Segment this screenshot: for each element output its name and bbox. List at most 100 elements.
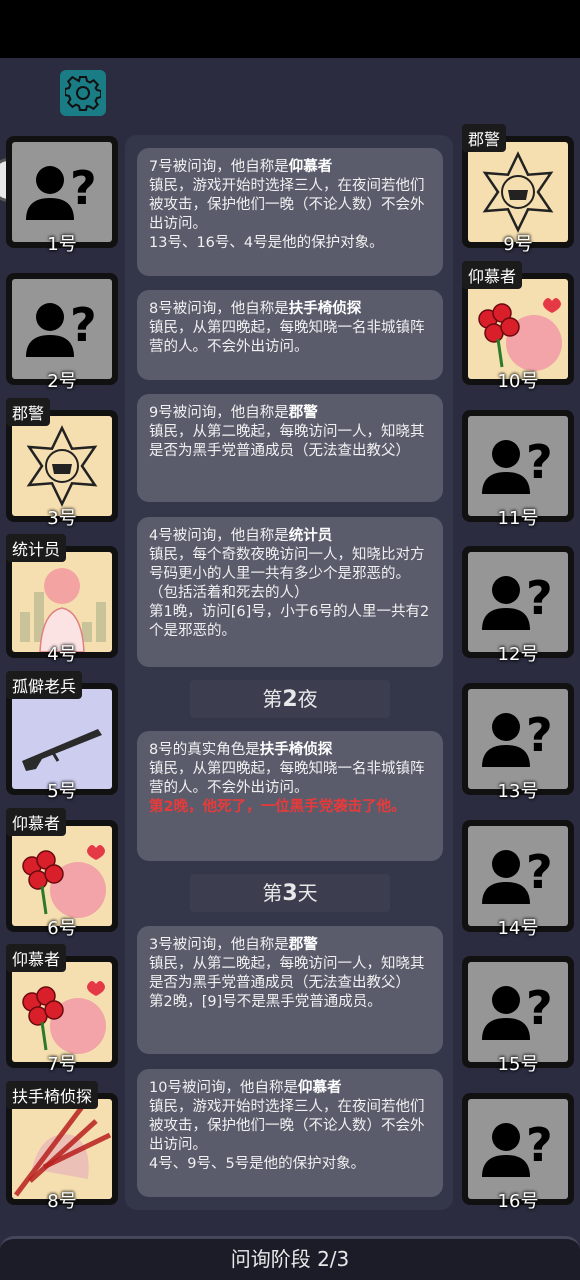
player-number: 3号 [47,508,77,529]
message-card: 8号被问询，他自称是扶手椅侦探 镇民，从第四晚起，每晚知晓一名非城镇阵营的人。不… [137,290,443,380]
player-slot-6[interactable]: 仰慕者 6号 [6,808,118,939]
message-card: 9号被问询，他自称是郡警 镇民，从第二晚起，每晚访问一人，知晓其是否为黑手党普通… [137,394,443,502]
player-number: 10号 [497,371,539,392]
role-tag: 仰慕者 [6,808,67,836]
message-card: 8号的真实角色是扶手椅侦探 镇民，从第四晚起，每晚知晓一名非城镇阵营的人。不会外… [137,731,443,861]
message-extra: 4号、9号、5号是他的保护对象。 [149,1156,366,1172]
sheriff-badge-icon [468,142,568,242]
message-body: 镇民，游戏开始时选择三人，在夜间若他们被攻击，保护他们一晚（不论人数）不会外出访… [149,178,425,232]
svg-text:?: ? [70,161,97,215]
phase-pre: 第 [262,881,283,905]
player-number: 2号 [47,371,77,392]
unknown-avatar-icon: ? [468,962,568,1062]
player-slot-11[interactable]: ? 11号 [462,410,574,529]
player-number: 1号 [47,234,77,255]
message-role: 扶手椅侦探 [259,742,333,758]
svg-text:?: ? [526,1118,553,1172]
message-body: 镇民，从第二晚起，每晚访问一人，知晓其是否为黑手党普通成员（无法查出教父） [149,956,425,991]
message-head: 10号被问询，他自称是 [149,1080,298,1096]
role-tag: 仰慕者 [462,261,523,289]
player-number: 9号 [503,234,533,255]
phase-indicator-bar: 问询阶段 2/3 [0,1236,580,1280]
svg-text:?: ? [526,708,553,762]
message-head: 8号的真实角色是 [149,742,260,758]
player-number: 15号 [497,1054,539,1075]
role-tag: 统计员 [6,534,67,562]
message-head: 9号被问询，他自称是 [149,405,289,421]
player-slot-12[interactable]: ? 12号 [462,546,574,665]
message-extra: 第1晚，访问[6]号，小于6号的人里一共有2个是邪恶的。 [149,604,430,639]
gear-icon [65,75,101,111]
detective-slashed-icon [12,1099,112,1199]
role-tag: 郡警 [462,124,507,152]
player-slot-2[interactable]: ? 2号 [6,273,118,392]
role-tag: 郡警 [6,398,51,426]
message-card: 4号被问询，他自称是统计员 镇民，每个奇数夜晚访问一人，知晓比对方号码更小的人里… [137,517,443,667]
player-slot-7[interactable]: 仰慕者 7号 [6,944,118,1075]
message-role: 郡警 [288,405,318,421]
player-slot-5[interactable]: 孤僻老兵 5号 [6,671,118,802]
message-body: 镇民，从第四晚起，每晚知晓一名非城镇阵营的人。不会外出访问。 [149,761,425,796]
player-slot-9[interactable]: 郡警 9号 [462,124,574,255]
phase-pre: 第 [262,687,283,711]
player-slot-14[interactable]: ? 14号 [462,820,574,939]
role-tag: 孤僻老兵 [6,671,83,699]
player-number: 7号 [47,1054,77,1075]
player-number: 13号 [497,781,539,802]
player-number: 11号 [497,508,539,529]
message-head: 8号被问询，他自称是 [149,301,289,317]
phase-post: 天 [297,881,318,905]
player-slot-13[interactable]: ? 13号 [462,683,574,802]
phase-post: 夜 [297,687,318,711]
admirer-roses-icon [468,279,568,379]
player-slot-8[interactable]: 扶手椅侦探 8号 [6,1081,118,1212]
player-slot-15[interactable]: ? 15号 [462,956,574,1075]
unknown-avatar-icon: ? [468,416,568,516]
message-role: 扶手椅侦探 [288,301,362,317]
message-body: 镇民，从第四晚起，每晚知晓一名非城镇阵营的人。不会外出访问。 [149,320,425,355]
settings-button[interactable] [60,70,106,116]
player-slot-16[interactable]: ? 16号 [462,1093,574,1212]
message-role: 郡警 [288,937,318,953]
phase-num: 3 [282,881,298,906]
role-tag: 扶手椅侦探 [6,1081,99,1109]
message-extra: 13号、16号、4号是他的保护对象。 [149,235,384,251]
player-slot-4[interactable]: 统计员 4号 [6,534,118,665]
message-card: 3号被问询，他自称是郡警 镇民，从第二晚起，每晚访问一人，知晓其是否为黑手党普通… [137,926,443,1054]
unknown-avatar-icon: ? [12,142,112,242]
rifle-icon [12,689,112,789]
player-number: 5号 [47,781,77,802]
message-head: 7号被问询，他自称是 [149,159,289,175]
player-number: 16号 [497,1191,539,1212]
unknown-avatar-icon: ? [468,826,568,926]
player-slot-3[interactable]: 郡警 3号 [6,398,118,529]
phase-num: 2 [282,687,298,712]
game-screen: { "players_left": [ {"num": "1号", "role"… [0,0,580,1280]
death-notice: 第2晚，他死了，一位黑手党袭击了他。 [149,799,406,815]
player-slot-10[interactable]: 仰慕者 10号 [462,261,574,392]
player-number: 4号 [47,644,77,665]
phase-divider: 第2夜 [190,680,390,718]
role-tag: 仰慕者 [6,944,67,972]
message-role: 仰慕者 [297,1080,342,1096]
message-body: 镇民，每个奇数夜晚访问一人，知晓比对方号码更小的人里一共有多少个是邪恶的。（包括… [149,547,425,601]
svg-text:?: ? [526,571,553,625]
phase-divider: 第3天 [190,874,390,912]
unknown-avatar-icon: ? [468,552,568,652]
player-slot-1[interactable]: ? 1号 [6,136,118,255]
svg-text:?: ? [526,845,553,899]
message-body: 镇民，从第二晚起，每晚访问一人，知晓其是否为黑手党普通成员（无法查出教父） [149,424,425,459]
unknown-avatar-icon: ? [12,279,112,379]
status-bar [0,0,580,58]
sheriff-badge-icon [12,416,112,516]
svg-text:?: ? [70,298,97,352]
svg-text:?: ? [526,981,553,1035]
message-body: 镇民，游戏开始时选择三人，在夜间若他们被攻击，保护他们一晚（不论人数）不会外出访… [149,1099,425,1153]
message-role: 仰慕者 [288,159,333,175]
message-head: 4号被问询，他自称是 [149,528,289,544]
message-card: 10号被问询，他自称是仰慕者 镇民，游戏开始时选择三人，在夜间若他们被攻击，保护… [137,1069,443,1197]
unknown-avatar-icon: ? [468,689,568,789]
admirer-roses-icon [12,826,112,926]
message-head: 3号被问询，他自称是 [149,937,289,953]
statistician-art-icon [12,552,112,652]
